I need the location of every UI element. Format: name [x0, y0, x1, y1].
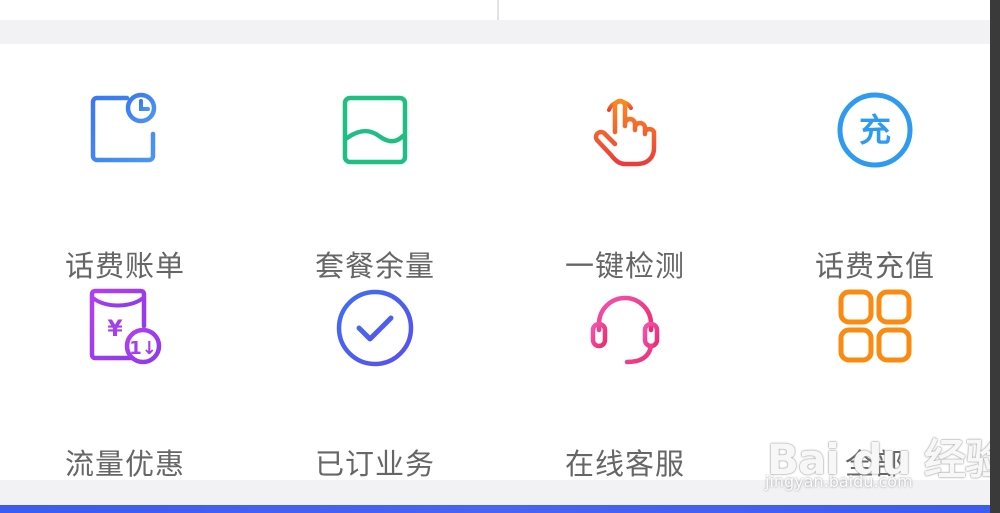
service-label: 在线客服	[564, 447, 685, 481]
discount-yen-sign: ¥	[107, 317, 123, 342]
service-label: 套餐余量	[314, 249, 435, 283]
service-recharge[interactable]: 充 话费充值	[750, 90, 1000, 283]
service-label: 已订业务	[314, 447, 435, 481]
top-card-strip	[0, 0, 990, 20]
services-panel: 话费账单 套餐余量 一键检测 充 话费充值 ¥ 1↓ 流量优惠 已订业务 在线客…	[0, 44, 990, 481]
service-package-balance[interactable]: 套餐余量	[250, 90, 500, 283]
tap-finger-icon	[585, 90, 665, 170]
bottom-blue-bar	[0, 505, 990, 513]
service-label: 一键检测	[564, 249, 685, 283]
data-discount-icon: ¥ 1↓	[85, 288, 165, 368]
service-online-support[interactable]: 在线客服	[500, 288, 750, 481]
service-label: 话费充值	[814, 249, 935, 283]
service-data-discount[interactable]: ¥ 1↓ 流量优惠	[0, 288, 250, 481]
service-label: 流量优惠	[64, 447, 185, 481]
service-bill[interactable]: 话费账单	[0, 90, 250, 283]
bill-icon	[85, 90, 165, 170]
service-one-key-check[interactable]: 一键检测	[500, 90, 750, 283]
service-subscribed[interactable]: 已订业务	[250, 288, 500, 481]
service-all[interactable]: 全部	[750, 288, 1000, 481]
service-label: 全部	[844, 447, 905, 481]
services-grid: 话费账单 套餐余量 一键检测 充 话费充值 ¥ 1↓ 流量优惠 已订业务 在线客…	[0, 44, 1000, 481]
top-card-divider	[497, 0, 499, 20]
service-label: 话费账单	[64, 249, 185, 283]
right-edge	[990, 0, 1000, 513]
recharge-icon: 充	[835, 90, 915, 170]
discount-badge: 1↓	[129, 338, 157, 359]
package-balance-icon	[335, 90, 415, 170]
all-grid-icon	[835, 288, 915, 368]
headset-icon	[585, 288, 665, 368]
subscribed-check-icon	[335, 288, 415, 368]
recharge-glyph: 充	[859, 111, 891, 149]
